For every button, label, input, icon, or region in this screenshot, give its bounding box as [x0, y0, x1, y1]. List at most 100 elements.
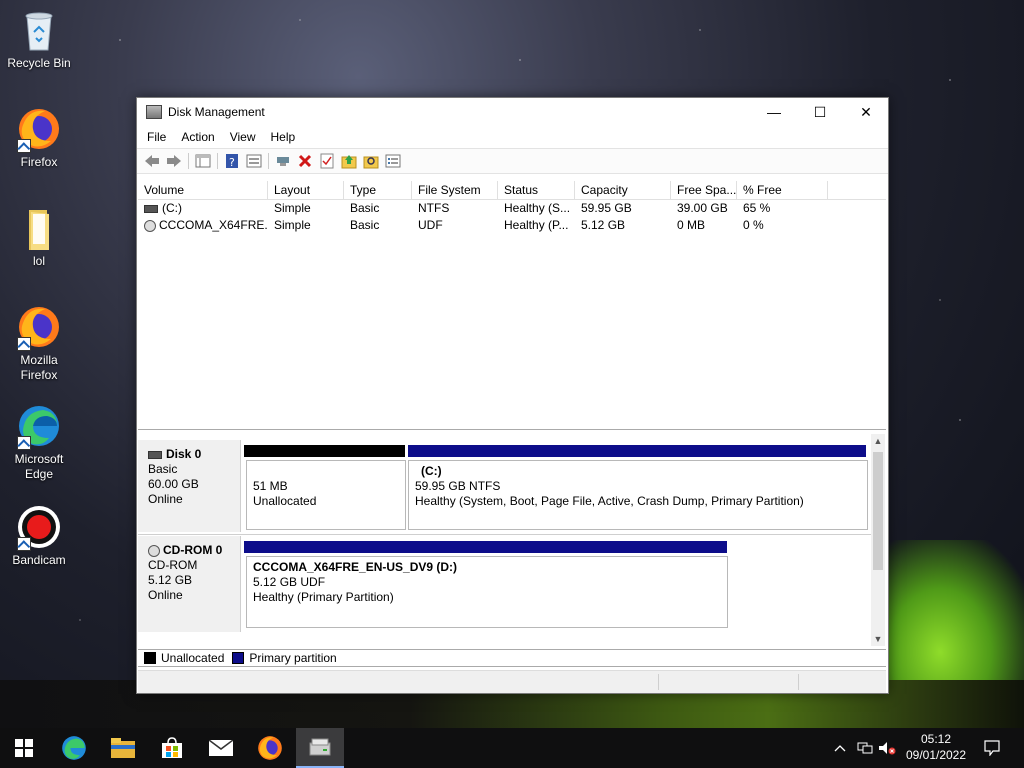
layout-cell: Simple: [274, 218, 311, 232]
disk-row-cd-rom-0[interactable]: CD-ROM 0 CD-ROM 5.12 GB Online CCCOMA_X6…: [138, 536, 871, 632]
taskbar-edge[interactable]: [50, 728, 98, 768]
taskbar-file-explorer[interactable]: [99, 728, 147, 768]
list-icon[interactable]: [384, 153, 402, 169]
graph-vertical-scrollbar[interactable]: ▲ ▼: [871, 434, 885, 646]
system-clock[interactable]: 05:12 09/01/2022: [900, 731, 972, 763]
disk-info-disk-0[interactable]: Disk 0 Basic 60.00 GB Online: [138, 440, 241, 532]
help-icon[interactable]: ?: [223, 153, 241, 169]
scroll-down-icon[interactable]: ▼: [871, 632, 885, 646]
disk-state: Online: [148, 492, 183, 506]
desktop-icon-lol[interactable]: lol: [4, 206, 74, 269]
disk-management-window: Disk Management — ☐ ✕ File Action View H…: [136, 97, 889, 694]
desktop-icon-recycle-bin[interactable]: Recycle Bin: [4, 8, 74, 71]
desktop-icon-mozilla-firefox[interactable]: Mozilla Firefox: [4, 305, 74, 383]
table-row[interactable]: (C:) Simple Basic NTFS Healthy (S... 59.…: [138, 200, 886, 217]
partition-label: [253, 464, 405, 479]
forward-icon[interactable]: [165, 153, 183, 169]
partition-label: CCCOMA_X64FRE_EN-US_DV9 (D:): [253, 560, 458, 574]
menu-action[interactable]: Action: [181, 130, 214, 144]
show-hidden-icons-icon[interactable]: [830, 728, 850, 768]
menu-bar: File Action View Help: [137, 126, 888, 148]
desktop-icon-microsoft-edge[interactable]: Microsoft Edge: [4, 404, 74, 482]
window-titlebar[interactable]: Disk Management — ☐ ✕: [137, 98, 888, 126]
wallpaper-tent-glow: [880, 540, 1024, 700]
legend-swatch-primary: [232, 652, 245, 664]
file-system-cell: NTFS: [418, 201, 450, 215]
partition-d[interactable]: CCCOMA_X64FRE_EN-US_DV9 (D:) 5.12 GB UDF…: [246, 556, 728, 628]
status-separator: [658, 674, 659, 690]
maximize-button[interactable]: ☐: [797, 98, 843, 126]
legend-label-unallocated: Unallocated: [161, 651, 225, 665]
taskbar-firefox[interactable]: [246, 728, 294, 768]
column-header-file-system[interactable]: File System: [412, 181, 498, 199]
column-header-volume[interactable]: Volume: [138, 181, 268, 199]
taskbar-mail[interactable]: [197, 728, 245, 768]
delete-icon[interactable]: [296, 153, 314, 169]
desktop-icon-label: Recycle Bin: [7, 56, 71, 70]
disk-name: CD-ROM 0: [163, 543, 223, 557]
properties-icon[interactable]: [245, 153, 263, 169]
partition-size: 59.95 GB NTFS: [415, 479, 501, 493]
percent-free-cell: 65 %: [743, 201, 771, 215]
column-header-type[interactable]: Type: [344, 181, 412, 199]
connect-icon[interactable]: [274, 153, 292, 169]
scrollbar-thumb[interactable]: [873, 452, 883, 570]
folder-up-icon[interactable]: [340, 153, 358, 169]
toolbar-separator: [268, 153, 269, 169]
volume-list-header: Volume Layout Type File System Status Ca…: [138, 181, 886, 200]
clock-date: 09/01/2022: [905, 748, 967, 762]
shortcut-arrow-icon: [17, 436, 31, 450]
column-header-free-space[interactable]: Free Spa...: [671, 181, 737, 199]
column-header-capacity[interactable]: Capacity: [575, 181, 671, 199]
desktop-icon-label: Bandicam: [12, 553, 66, 567]
toolbar-separator: [217, 153, 218, 169]
disk-row-disk-0[interactable]: Disk 0 Basic 60.00 GB Online 51 MB Unall…: [138, 440, 871, 532]
column-header-layout[interactable]: Layout: [268, 181, 344, 199]
back-icon[interactable]: [143, 153, 161, 169]
cd-drive-icon: [144, 219, 156, 232]
start-button[interactable]: [0, 728, 48, 768]
firefox-icon: [258, 736, 282, 760]
file-explorer-icon: [111, 738, 135, 758]
minimize-button[interactable]: —: [751, 98, 797, 126]
disk-info-cd-rom-0[interactable]: CD-ROM 0 CD-ROM 5.12 GB Online: [138, 536, 241, 632]
partition-size: 51 MB: [253, 479, 288, 493]
close-button[interactable]: ✕: [843, 98, 889, 126]
partition-unallocated[interactable]: 51 MB Unallocated: [246, 460, 406, 530]
clock-time: 05:12: [920, 732, 952, 746]
disk-size: 60.00 GB: [148, 477, 199, 491]
cd-drive-icon: [148, 544, 160, 557]
partition-c[interactable]: (C:) 59.95 GB NTFS Healthy (System, Boot…: [408, 460, 868, 530]
taskbar-store[interactable]: [148, 728, 196, 768]
volume-muted-icon[interactable]: [876, 728, 898, 768]
disk-size: 5.12 GB: [148, 573, 193, 587]
status-separator: [798, 674, 799, 690]
edge-icon: [62, 736, 86, 760]
column-header-percent-free[interactable]: % Free: [737, 181, 828, 199]
table-row[interactable]: CCCOMA_X64FRE... Simple Basic UDF Health…: [138, 217, 886, 234]
drive-icon: [144, 204, 158, 213]
mail-icon: [209, 740, 233, 756]
network-icon[interactable]: [854, 728, 876, 768]
disk-management-icon: [146, 105, 162, 119]
status-bar: [138, 670, 886, 693]
menu-help[interactable]: Help: [271, 130, 296, 144]
primary-partition-bar: [244, 541, 727, 553]
taskbar-disk-management[interactable]: [296, 728, 344, 768]
desktop-icon-bandicam[interactable]: Bandicam: [4, 505, 74, 568]
menu-file[interactable]: File: [147, 130, 166, 144]
console-tree-icon[interactable]: [194, 153, 212, 169]
partition-status: Unallocated: [253, 494, 317, 508]
unallocated-bar: [244, 445, 405, 457]
partition-status: Healthy (System, Boot, Page File, Active…: [415, 494, 804, 508]
check-icon[interactable]: [318, 153, 336, 169]
desktop-icon-firefox[interactable]: Firefox: [4, 107, 74, 170]
bandicam-icon: [17, 505, 61, 551]
partition-status: Healthy (Primary Partition): [253, 590, 394, 604]
menu-view[interactable]: View: [230, 130, 256, 144]
scroll-up-icon[interactable]: ▲: [871, 434, 885, 448]
notifications-icon[interactable]: [978, 728, 1006, 768]
status-cell: Healthy (S...: [504, 201, 571, 215]
find-icon[interactable]: [362, 153, 380, 169]
column-header-status[interactable]: Status: [498, 181, 575, 199]
